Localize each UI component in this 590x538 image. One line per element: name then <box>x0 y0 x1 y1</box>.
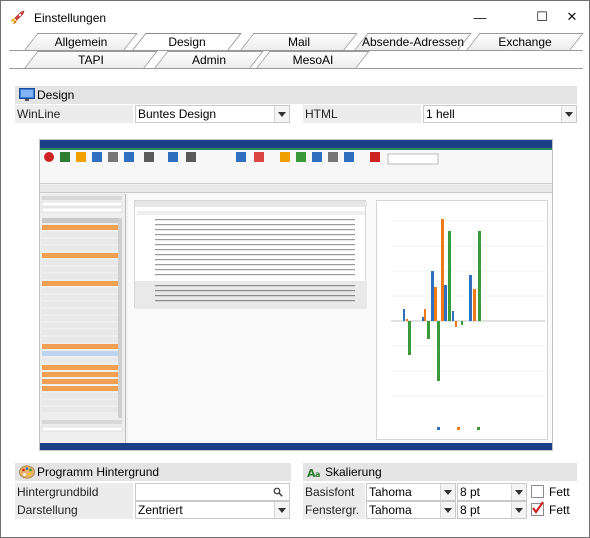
winline-label: WinLine <box>15 105 133 123</box>
window-title: Einstellungen <box>34 11 107 25</box>
tab-allgemein[interactable]: Allgemein <box>24 33 138 50</box>
html-design-select[interactable]: 1 hell <box>423 105 577 123</box>
preview-titlebar <box>40 140 552 148</box>
winline-design-value: Buntes Design <box>138 107 217 121</box>
preview-chart-bars <box>391 219 545 430</box>
window-size-select[interactable]: 8 pt <box>457 501 527 519</box>
chevron-down-icon[interactable] <box>511 484 526 500</box>
preview-ribbon <box>40 148 552 184</box>
preview-main-area <box>128 194 552 444</box>
display-mode-value: Zentriert <box>138 503 183 517</box>
chevron-down-icon[interactable] <box>561 106 576 122</box>
preview-ribbon-icons <box>40 148 552 165</box>
close-button[interactable]: ✕ <box>551 1 590 33</box>
settings-window: Einstellungen — ☐ ✕ Allgemein Design Mai… <box>0 0 590 538</box>
palette-icon <box>19 465 35 479</box>
tab-tapi[interactable]: TAPI <box>24 51 158 68</box>
chevron-down-icon[interactable] <box>440 502 455 518</box>
rocket-icon <box>11 10 25 24</box>
tab-admin[interactable]: Admin <box>154 51 264 68</box>
chevron-down-icon[interactable] <box>274 106 289 122</box>
window-bold-label: Fett <box>549 503 570 517</box>
html-label: HTML <box>303 105 421 123</box>
display-mode-label: Darstellung <box>15 501 133 519</box>
tab-row-2-divider <box>9 68 583 69</box>
tab-row-1: Allgemein Design Mail Absende-Adressen E… <box>1 33 589 50</box>
checkmark-icon <box>532 501 544 514</box>
background-section-title: Programm Hintergrund <box>37 465 160 479</box>
html-design-value: 1 hell <box>426 107 455 121</box>
base-size-select[interactable]: 8 pt <box>457 483 527 501</box>
tab-mesoai[interactable]: MesoAI <box>256 51 370 68</box>
tab-absende-adressen[interactable]: Absende-Adressen <box>354 33 472 50</box>
font-scale-icon: A a <box>307 467 320 479</box>
preview-table <box>134 200 367 309</box>
scaling-section-title: Skalierung <box>325 465 382 479</box>
window-font-value: Tahoma <box>369 503 412 517</box>
monitor-icon <box>19 88 35 101</box>
winline-design-select[interactable]: Buntes Design <box>135 105 290 123</box>
preview-sidebar <box>40 194 126 444</box>
tab-design[interactable]: Design <box>132 33 242 50</box>
base-font-value: Tahoma <box>369 485 412 499</box>
base-font-select[interactable]: Tahoma <box>366 483 456 501</box>
base-font-label: Basisfont <box>303 483 365 501</box>
scaling-section-header: A a Skalierung <box>303 463 577 481</box>
tab-exchange[interactable]: Exchange <box>466 33 584 50</box>
svg-text:a: a <box>315 470 320 479</box>
design-preview-image <box>39 139 553 451</box>
preview-table-lines <box>135 201 367 309</box>
base-bold-checkbox[interactable] <box>531 485 544 498</box>
preview-statusbar <box>40 443 552 450</box>
background-image-label: Hintergrundbild <box>15 483 133 501</box>
chevron-down-icon[interactable] <box>274 502 289 518</box>
window-font-select[interactable]: Tahoma <box>366 501 456 519</box>
window-size-label: Fenstergr. <box>303 501 365 519</box>
window-bold-checkbox[interactable] <box>531 501 544 516</box>
preview-chart <box>376 200 548 440</box>
design-section-header: Design <box>15 86 577 104</box>
title-bar: Einstellungen — ☐ ✕ <box>1 1 589 33</box>
search-icon[interactable] <box>273 487 283 497</box>
tab-row-2: TAPI Admin MesoAI <box>1 51 589 68</box>
base-size-value: 8 pt <box>460 485 481 499</box>
chevron-down-icon[interactable] <box>440 484 455 500</box>
display-mode-select[interactable]: Zentriert <box>135 501 290 519</box>
minimize-button[interactable]: — <box>459 1 501 33</box>
chevron-down-icon[interactable] <box>511 502 526 518</box>
preview-sidebar-rows <box>41 196 123 432</box>
base-bold-label: Fett <box>549 485 570 499</box>
tab-mail[interactable]: Mail <box>240 33 358 50</box>
background-section-header: Programm Hintergrund <box>15 463 291 481</box>
preview-navbar <box>40 185 552 193</box>
design-section-title: Design <box>37 88 75 102</box>
window-size-value: 8 pt <box>460 503 481 517</box>
background-image-field[interactable] <box>135 483 290 501</box>
